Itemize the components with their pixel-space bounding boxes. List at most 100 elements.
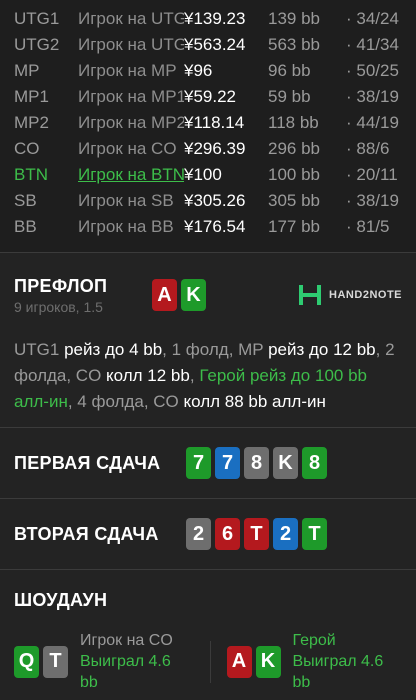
player-position: MP2 [14, 113, 49, 132]
player-stack-bb: 305 bb [268, 191, 320, 210]
player-stats: · 38/19 [346, 87, 399, 106]
player-stats: · 34/24 [346, 9, 399, 28]
playing-card: T [244, 518, 269, 550]
player-stack: ¥176.54 [184, 217, 246, 236]
player-position: BTN [14, 165, 48, 184]
playing-card: 7 [215, 447, 240, 479]
player-stack-bb: 100 bb [268, 165, 320, 184]
player-position: MP1 [14, 87, 49, 106]
hero-cards: AK [152, 279, 206, 311]
playing-card: 8 [302, 447, 327, 479]
action-part: , 4 фолда, CO [67, 392, 184, 411]
player-position: UTG1 [14, 9, 60, 28]
player-position: UTG2 [14, 35, 60, 54]
hand2note-logo-icon [299, 285, 322, 305]
player-row[interactable]: MP1 Игрок на MP1 ¥59.22 59 bb · 38/19 [0, 84, 416, 110]
showdown-villain: QT Игрок на CO Выиграл 4.6 bb [14, 630, 190, 693]
action-raise: рейз до 4 bb [64, 340, 163, 359]
villain-cards: QT [14, 645, 68, 678]
playing-card: A [226, 645, 252, 678]
player-stats: · 38/19 [346, 191, 399, 210]
player-name[interactable]: Игрок на UTG2 [78, 35, 184, 55]
playing-card: 8 [244, 447, 269, 479]
playing-card: 2 [273, 518, 298, 550]
showdown-header: ШОУДАУН [0, 570, 416, 618]
preflop-section: ПРЕФЛОП 9 игроков, 1.5 AK HAND2NOTE [0, 253, 416, 321]
villain-name: Игрок на CO [80, 632, 173, 649]
playing-card: Q [14, 645, 39, 678]
player-name[interactable]: Игрок на SB [78, 191, 184, 211]
player-stats: · 50/25 [346, 61, 399, 80]
playing-card: K [255, 645, 281, 678]
turn-section: ВТОРАЯ СДАЧА 26T2T [0, 499, 416, 569]
flop-title: ПЕРВАЯ СДАЧА [14, 452, 161, 473]
player-stack: ¥100 [184, 165, 222, 184]
player-stats: · 44/19 [346, 113, 399, 132]
player-stack-bb: 563 bb [268, 35, 320, 54]
action-call-allin: колл 88 bb алл-ин [183, 392, 326, 411]
player-stack: ¥96 [184, 61, 213, 80]
player-name[interactable]: Игрок на UTG1 [78, 9, 184, 29]
flop-cards: 778K8 [186, 447, 327, 479]
villain-result: Выиграл 4.6 bb [80, 653, 171, 691]
action-part: , [189, 366, 200, 385]
player-row[interactable]: CO Игрок на CO ¥296.39 296 bb · 88/6 [0, 136, 416, 162]
player-name[interactable]: Игрок на BTN [78, 165, 184, 185]
player-row[interactable]: MP Игрок на MP ¥96 96 bb · 50/25 [0, 58, 416, 84]
player-stack-bb: 96 bb [268, 61, 311, 80]
player-row[interactable]: BTN Игрок на BTN ¥100 100 bb · 20/11 [0, 162, 416, 188]
playing-card: A [152, 279, 177, 311]
player-stack: ¥59.22 [184, 87, 236, 106]
showdown-section: QT Игрок на CO Выиграл 4.6 bb AK Герой В… [0, 618, 416, 693]
player-position: SB [14, 191, 37, 210]
player-stats: · 41/34 [346, 35, 399, 54]
action-part: UTG1 [14, 340, 65, 359]
player-stats: · 88/6 [346, 139, 390, 158]
playing-card: K [273, 447, 298, 479]
player-row[interactable]: UTG2 Игрок на UTG2¥563.24 563 bb · 41/34 [0, 32, 416, 58]
hero-showdown-cards: AK [226, 645, 281, 678]
player-position: BB [14, 217, 37, 236]
player-name[interactable]: Игрок на CO [78, 139, 184, 159]
action-part: , 1 фолд, MP [162, 340, 269, 359]
player-row[interactable]: MP2 Игрок на MP2 ¥118.14 118 bb · 44/19 [0, 110, 416, 136]
player-stats: · 81/5 [346, 217, 390, 236]
player-stack: ¥296.39 [184, 139, 246, 158]
player-stats: · 20/11 [346, 165, 398, 184]
showdown-divider [209, 640, 211, 683]
hero-info: Герой Выиграл 4.6 bb [293, 630, 403, 693]
villain-info: Игрок на CO Выиграл 4.6 bb [80, 630, 190, 693]
player-name[interactable]: Игрок на MP2 [78, 113, 184, 133]
player-stack: ¥305.26 [184, 191, 246, 210]
players-table: UTG1Игрок на UTG1¥139.23139 bb· 34/24UTG… [0, 0, 416, 252]
player-stack: ¥118.14 [184, 113, 245, 132]
player-name[interactable]: Игрок на MP1 [78, 87, 184, 107]
playing-card: K [181, 279, 206, 311]
player-name[interactable]: Игрок на BB [78, 217, 184, 237]
hero-result: Выиграл 4.6 bb [292, 653, 384, 691]
playing-card: 7 [186, 447, 211, 479]
player-stack-bb: 177 bb [268, 217, 320, 236]
player-stack-bb: 118 bb [268, 113, 319, 132]
player-row[interactable]: UTG1 Игрок на UTG1¥139.23 139 bb · 34/24 [0, 6, 416, 32]
player-position: MP [14, 61, 40, 80]
hero-name: Герой [292, 632, 336, 649]
player-position: CO [14, 139, 40, 158]
playing-card: T [302, 518, 327, 550]
preflop-subtitle: 9 игроков, 1.5 [14, 298, 103, 315]
playing-card: 2 [186, 518, 211, 550]
player-row[interactable]: SB Игрок на SB ¥305.26 305 bb · 38/19 [0, 188, 416, 214]
preflop-action-text: UTG1 рейз до 4 bb, 1 фолд, MP рейз до 12… [0, 321, 416, 427]
turn-cards: 26T2T [186, 518, 327, 550]
playing-card: 6 [215, 518, 240, 550]
player-name[interactable]: Игрок на MP [78, 61, 184, 81]
playing-card: T [43, 645, 68, 678]
preflop-title-block: ПРЕФЛОП 9 игроков, 1.5 [14, 276, 152, 315]
flop-section: ПЕРВАЯ СДАЧА 778K8 [0, 428, 416, 498]
action-raise: рейз до 12 bb [268, 340, 376, 359]
player-stack-bb: 139 bb [268, 9, 320, 28]
player-stack-bb: 296 bb [268, 139, 320, 158]
preflop-header: ПРЕФЛОП 9 игроков, 1.5 AK HAND2NOTE [14, 253, 402, 321]
player-row[interactable]: BB Игрок на BB ¥176.54 177 bb · 81/5 [0, 214, 416, 240]
showdown-hero: AK Герой Выиграл 4.6 bb [226, 630, 403, 693]
